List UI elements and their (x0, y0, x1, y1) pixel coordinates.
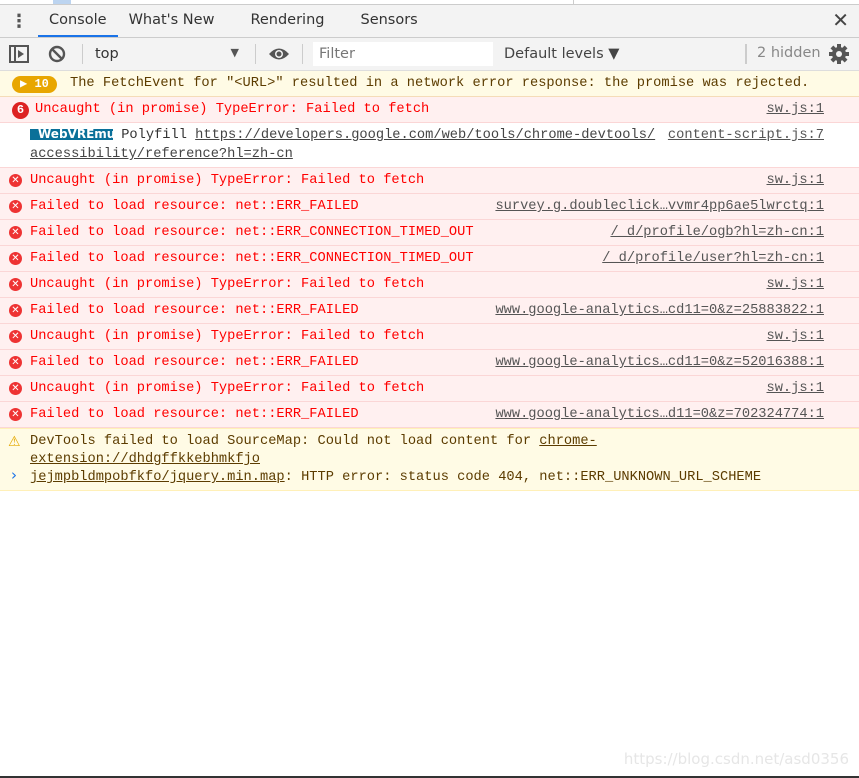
warning-group-row[interactable]: ▶ 10 The FetchEvent for "<URL>" resulted… (0, 71, 859, 97)
error-icon: ✕ (9, 252, 22, 265)
error-count-badge: 6 (12, 102, 29, 119)
error-row[interactable]: ✕ Failed to load resource: net::ERR_CONNE… (0, 220, 859, 246)
warning-message: The FetchEvent for "<URL>" resulted in a… (70, 76, 810, 91)
console-messages: ▶ 10 The FetchEvent for "<URL>" resulted… (0, 71, 859, 491)
error-row[interactable]: ✕ Failed to load resource: net::ERR_FAILE… (0, 194, 859, 220)
source-link[interactable]: sw.js:1 (767, 97, 825, 122)
error-icon: ✕ (9, 304, 22, 317)
source-link[interactable]: sw.js:1 (767, 376, 825, 401)
error-icon: ✕ (9, 200, 22, 213)
error-row[interactable]: ✕ Uncaught (in promise) TypeError: Failed… (0, 376, 859, 402)
source-link[interactable]: sw.js:1 (767, 168, 825, 193)
context-selector[interactable]: top ▼ (89, 46, 249, 62)
tab-rendering[interactable]: Rendering (239, 5, 335, 37)
filter-input[interactable] (313, 42, 493, 66)
more-tabs-icon[interactable]: ⋮ (0, 11, 38, 32)
log-levels-dropdown[interactable]: Default levels ▼ (504, 46, 619, 62)
devtools-tab-bar: ⋮ Console What's New Rendering Sensors ✕ (0, 5, 859, 38)
docs-link-cont[interactable]: accessibility/reference?hl=zh-cn (30, 147, 293, 162)
error-icon: ✕ (9, 226, 22, 239)
error-message: Failed to load resource: net::ERR_CONNEC… (30, 225, 474, 240)
tab-console[interactable]: Console (38, 5, 118, 37)
warning-message: DevTools failed to load SourceMap: Could… (30, 434, 540, 449)
docs-link[interactable]: https://developers.google.com/web/tools/… (195, 128, 655, 143)
error-message: Uncaught (in promise) TypeError: Failed … (35, 102, 430, 117)
dropdown-arrow-icon: ▼ (230, 46, 239, 59)
error-row[interactable]: ✕ Failed to load resource: net::ERR_FAILE… (0, 298, 859, 324)
error-message: Failed to load resource: net::ERR_CONNEC… (30, 251, 474, 266)
error-icon: ✕ (9, 174, 22, 187)
error-message: Failed to load resource: net::ERR_FAILED (30, 199, 359, 214)
live-expression-eye-icon[interactable] (262, 47, 296, 61)
context-value: top (95, 46, 119, 62)
error-icon: ✕ (9, 356, 22, 369)
expand-triangle-icon: ▶ (20, 77, 28, 91)
error-message: Uncaught (in promise) TypeError: Failed … (30, 381, 425, 396)
console-toolbar: top ▼ Default levels ▼ 2 hidden (0, 38, 859, 71)
source-link[interactable]: www.google-analytics…d11=0&z=702324774:1 (495, 402, 824, 427)
error-icon: ✕ (9, 278, 22, 291)
source-link[interactable]: sw.js:1 (767, 324, 825, 349)
source-link[interactable]: www.google-analytics…cd11=0&z=25883822:1 (495, 298, 824, 323)
error-row[interactable]: ✕ Uncaught (in promise) TypeError: Failed… (0, 272, 859, 298)
close-drawer-icon[interactable]: ✕ (832, 8, 849, 32)
sourcemap-link-cont[interactable]: jejmpbldmpobfkfo/jquery.min.map (30, 470, 285, 485)
error-row[interactable]: ✕ Failed to load resource: net::ERR_CONNE… (0, 246, 859, 272)
gear-icon[interactable] (828, 43, 850, 69)
error-group-row[interactable]: 6 Uncaught (in promise) TypeError: Faile… (0, 97, 859, 123)
error-message: Uncaught (in promise) TypeError: Failed … (30, 277, 425, 292)
error-icon: ✕ (9, 330, 22, 343)
warning-count: 10 (34, 77, 49, 91)
error-row[interactable]: ✕ Failed to load resource: net::ERR_FAILE… (0, 402, 859, 428)
log-message: Polyfill (121, 128, 187, 143)
source-link[interactable]: content-script.js:7 (668, 126, 824, 145)
watermark: https://blog.csdn.net/asd0356 (623, 750, 849, 768)
divider (302, 44, 303, 64)
error-icon: ✕ (9, 408, 22, 421)
error-message: Failed to load resource: net::ERR_FAILED (30, 303, 359, 318)
tab-sensors[interactable]: Sensors (349, 5, 428, 37)
error-message: Failed to load resource: net::ERR_FAILED (30, 355, 359, 370)
source-link[interactable]: sw.js:1 (767, 272, 825, 297)
source-link[interactable]: /_d/profile/user?hl=zh-cn:1 (602, 246, 824, 271)
error-row[interactable]: ✕ Uncaught (in promise) TypeError: Failed… (0, 324, 859, 350)
log-row-webvr: WebVREmu Polyfill https://developers.goo… (0, 123, 859, 168)
sidebar-toggle-icon[interactable] (0, 45, 38, 63)
error-row[interactable]: ✕ Failed to load resource: net::ERR_FAILE… (0, 350, 859, 376)
warning-message-cont: : HTTP error: status code 404, net::ERR_… (284, 470, 762, 485)
webvr-badge: WebVREmu (30, 128, 113, 140)
error-message: Uncaught (in promise) TypeError: Failed … (30, 329, 425, 344)
source-link[interactable]: survey.g.doubleclick…vvmr4pp6ae5lwrctq:1 (495, 194, 824, 219)
warning-icon: ⚠ (8, 434, 21, 450)
sourcemap-warning-row: ⚠ DevTools failed to load SourceMap: Cou… (0, 428, 859, 491)
divider (82, 44, 83, 64)
source-link[interactable]: www.google-analytics…cd11=0&z=52016388:1 (495, 350, 824, 375)
source-link[interactable]: /_d/profile/ogb?hl=zh-cn:1 (610, 220, 824, 245)
error-message: Uncaught (in promise) TypeError: Failed … (30, 173, 425, 188)
hidden-count: 2 hidden (757, 45, 821, 61)
error-icon: ✕ (9, 382, 22, 395)
clear-console-icon[interactable] (38, 45, 76, 63)
error-row[interactable]: ✕ Uncaught (in promise) TypeError: Failed… (0, 168, 859, 194)
warning-count-badge[interactable]: ▶ 10 (12, 76, 57, 93)
console-prompt[interactable]: › (11, 466, 17, 484)
divider (255, 44, 256, 64)
error-message: Failed to load resource: net::ERR_FAILED (30, 407, 359, 422)
tab-whats-new[interactable]: What's New (118, 5, 226, 37)
divider (745, 44, 747, 64)
